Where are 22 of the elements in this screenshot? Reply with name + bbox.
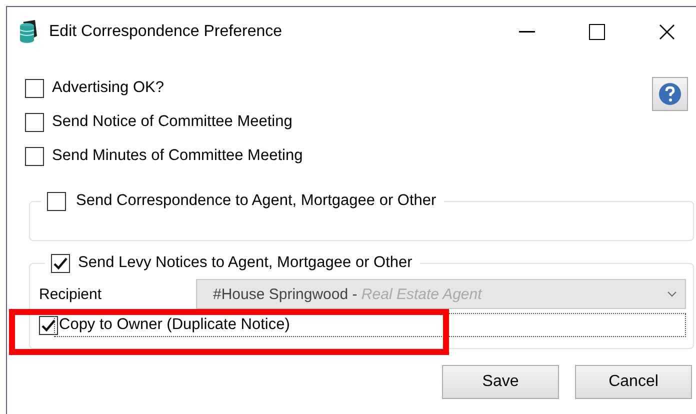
checkbox[interactable] — [47, 192, 66, 210]
checkbox[interactable] — [39, 316, 58, 334]
cancel-button[interactable]: Cancel — [575, 365, 692, 399]
help-icon — [658, 82, 682, 106]
checkbox[interactable] — [25, 78, 44, 98]
app-icon — [19, 20, 39, 44]
checkbox[interactable] — [51, 254, 70, 272]
maximize-icon — [589, 24, 605, 40]
option-label: Send Notice of Committee Meeting — [52, 113, 292, 131]
checkbox[interactable] — [25, 112, 44, 132]
group-label: Send Levy Notices to Agent, Mortgagee or Other — [78, 254, 412, 272]
checkbox[interactable] — [25, 146, 44, 166]
recipient-label: Recipient — [39, 286, 103, 302]
option-label: Advertising OK? — [52, 79, 164, 97]
group-label: Send Correspondence to Agent, Mortgagee or Other — [76, 192, 436, 210]
help-button[interactable] — [652, 77, 688, 111]
chevron-down-icon — [667, 291, 677, 297]
save-button[interactable]: Save — [442, 365, 559, 399]
window-title: Edit Correspondence Preference — [49, 23, 284, 41]
close-icon — [659, 24, 675, 40]
minimize-icon — [519, 31, 535, 33]
option-label: Send Minutes of Committee Meeting — [52, 147, 303, 165]
